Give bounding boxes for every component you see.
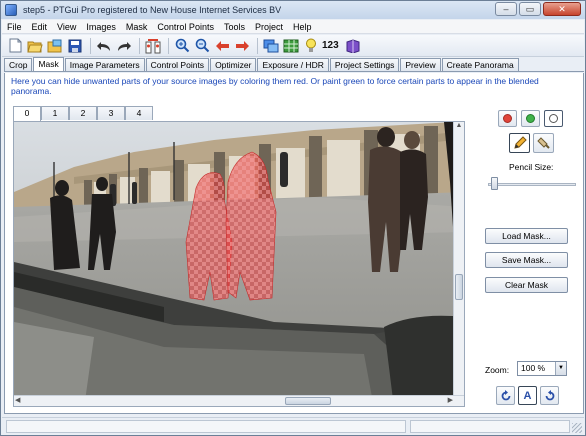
redo-icon[interactable] (115, 37, 133, 55)
lightbulb-icon[interactable] (302, 37, 320, 55)
open-folder-icon[interactable] (26, 37, 44, 55)
mask-tool-buttons (509, 133, 554, 153)
save-icon[interactable] (66, 37, 84, 55)
tab-image-parameters[interactable]: Image Parameters (64, 58, 145, 71)
vertical-scrollbar[interactable]: ▲ (453, 122, 464, 396)
toolbar-separator (257, 37, 258, 54)
window-controls: – ▭ ✕ (495, 2, 581, 16)
minimize-button[interactable]: – (495, 2, 517, 16)
menu-mask[interactable]: Mask (121, 20, 153, 34)
load-mask-button[interactable]: Load Mask... (485, 228, 568, 244)
image-tab-2[interactable]: 2 (69, 106, 97, 120)
tab-crop[interactable]: Crop (4, 58, 33, 71)
slider-track (488, 183, 576, 186)
tab-project-settings[interactable]: Project Settings (329, 58, 400, 71)
undo-icon[interactable] (95, 37, 113, 55)
fill-brush-icon (536, 137, 550, 149)
mask-color-buttons (498, 110, 563, 127)
menu-images[interactable]: Images (81, 20, 121, 34)
mask-tools-panel: Pencil Size: Load Mask... Save Mask... C… (480, 99, 580, 414)
status-cell-main (6, 420, 406, 433)
arrow-left-icon[interactable] (213, 37, 231, 55)
scroll-up-icon[interactable]: ▲ (454, 122, 464, 132)
menu-view[interactable]: View (52, 20, 81, 34)
zoom-in-icon[interactable] (173, 37, 191, 55)
scroll-left-icon[interactable]: ◀ (15, 396, 20, 404)
tab-exposure-hdr[interactable]: Exposure / HDR (257, 58, 329, 71)
resize-grip-icon[interactable] (572, 423, 582, 433)
chevron-down-icon[interactable]: ▼ (555, 362, 566, 375)
clear-mask-button[interactable]: Clear Mask (485, 277, 568, 293)
menu-project[interactable]: Project (250, 20, 288, 34)
maximize-button[interactable]: ▭ (519, 2, 541, 16)
app-icon (5, 4, 17, 16)
toolbar-separator (90, 37, 91, 54)
open-images-icon[interactable] (46, 37, 64, 55)
rotate-left-icon[interactable] (496, 386, 515, 405)
fill-tool-button[interactable] (533, 133, 554, 153)
mask-image-canvas[interactable]: ▲ ◀ ▶ (13, 121, 465, 407)
pencil-size-slider[interactable] (488, 177, 578, 191)
zoom-select[interactable]: 100 % ▼ (517, 361, 567, 376)
new-document-icon[interactable] (6, 37, 24, 55)
toolbar: 123 (2, 35, 584, 57)
horizontal-scroll-thumb[interactable] (285, 397, 331, 405)
menu-bar: File Edit View Images Mask Control Point… (2, 20, 584, 34)
tab-mask[interactable]: Mask (33, 57, 64, 71)
save-mask-button[interactable]: Save Mask... (485, 252, 568, 268)
source-photo (14, 122, 464, 406)
clear-mask-brush-button[interactable] (544, 110, 563, 127)
red-dot-icon (503, 114, 512, 123)
menu-control-points[interactable]: Control Points (152, 20, 219, 34)
book-icon[interactable] (344, 37, 362, 55)
status-cell-right (410, 420, 570, 433)
view-buttons: A (496, 386, 559, 405)
menu-edit[interactable]: Edit (27, 20, 53, 34)
image-tab-4[interactable]: 4 (125, 106, 153, 120)
pencil-icon (513, 136, 527, 149)
zoom-out-icon[interactable] (193, 37, 211, 55)
main-tabs: Crop Mask Image Parameters Control Point… (4, 57, 584, 72)
green-mask-button[interactable] (521, 110, 540, 127)
close-button[interactable]: ✕ (543, 2, 581, 16)
image-tab-3[interactable]: 3 (97, 106, 125, 120)
image-tabs: 0 1 2 3 4 (13, 106, 153, 121)
vertical-scroll-thumb[interactable] (455, 274, 463, 300)
pencil-size-label: Pencil Size: (509, 162, 554, 172)
image-tab-0[interactable]: 0 (13, 106, 41, 121)
tab-control-points[interactable]: Control Points (145, 58, 210, 71)
title-bar: step5 - PTGui Pro registered to New Hous… (1, 1, 585, 19)
control-points-icon[interactable] (144, 37, 162, 55)
menu-tools[interactable]: Tools (219, 20, 250, 34)
zoom-value: 100 % (521, 363, 546, 373)
scroll-right-icon[interactable]: ▶ (448, 396, 453, 404)
green-dot-icon (526, 114, 535, 123)
auto-orientation-button[interactable]: A (518, 386, 537, 405)
rotate-right-icon[interactable] (540, 386, 559, 405)
tab-create-panorama[interactable]: Create Panorama (441, 58, 519, 71)
red-mask-button[interactable] (498, 110, 517, 127)
image-tab-1[interactable]: 1 (41, 106, 69, 120)
pencil-tool-button[interactable] (509, 133, 530, 153)
toolbar-separator (139, 37, 140, 54)
menu-file[interactable]: File (2, 20, 27, 34)
arrow-right-icon[interactable] (233, 37, 251, 55)
app-window: step5 - PTGui Pro registered to New Hous… (0, 0, 586, 436)
tab-optimizer[interactable]: Optimizer (210, 58, 257, 71)
table-icon[interactable] (282, 37, 300, 55)
panorama-editor-icon[interactable] (262, 37, 280, 55)
window-title: step5 - PTGui Pro registered to New Hous… (23, 5, 282, 15)
tab-preview[interactable]: Preview (400, 58, 441, 71)
status-bar (2, 417, 584, 435)
horizontal-scrollbar[interactable]: ◀ ▶ (14, 395, 464, 406)
zoom-label: Zoom: (485, 365, 510, 375)
numbers-icon[interactable]: 123 (322, 40, 344, 51)
toolbar-separator (168, 37, 169, 54)
slider-knob[interactable] (491, 177, 498, 190)
clear-dot-icon (549, 114, 558, 123)
menu-help[interactable]: Help (288, 20, 317, 34)
mask-help-text: Here you can hide unwanted parts of your… (4, 73, 584, 99)
mask-tab-content: 0 1 2 3 4 ▲ ◀ ▶ Pencil Size: Load Mask..… (4, 99, 584, 414)
